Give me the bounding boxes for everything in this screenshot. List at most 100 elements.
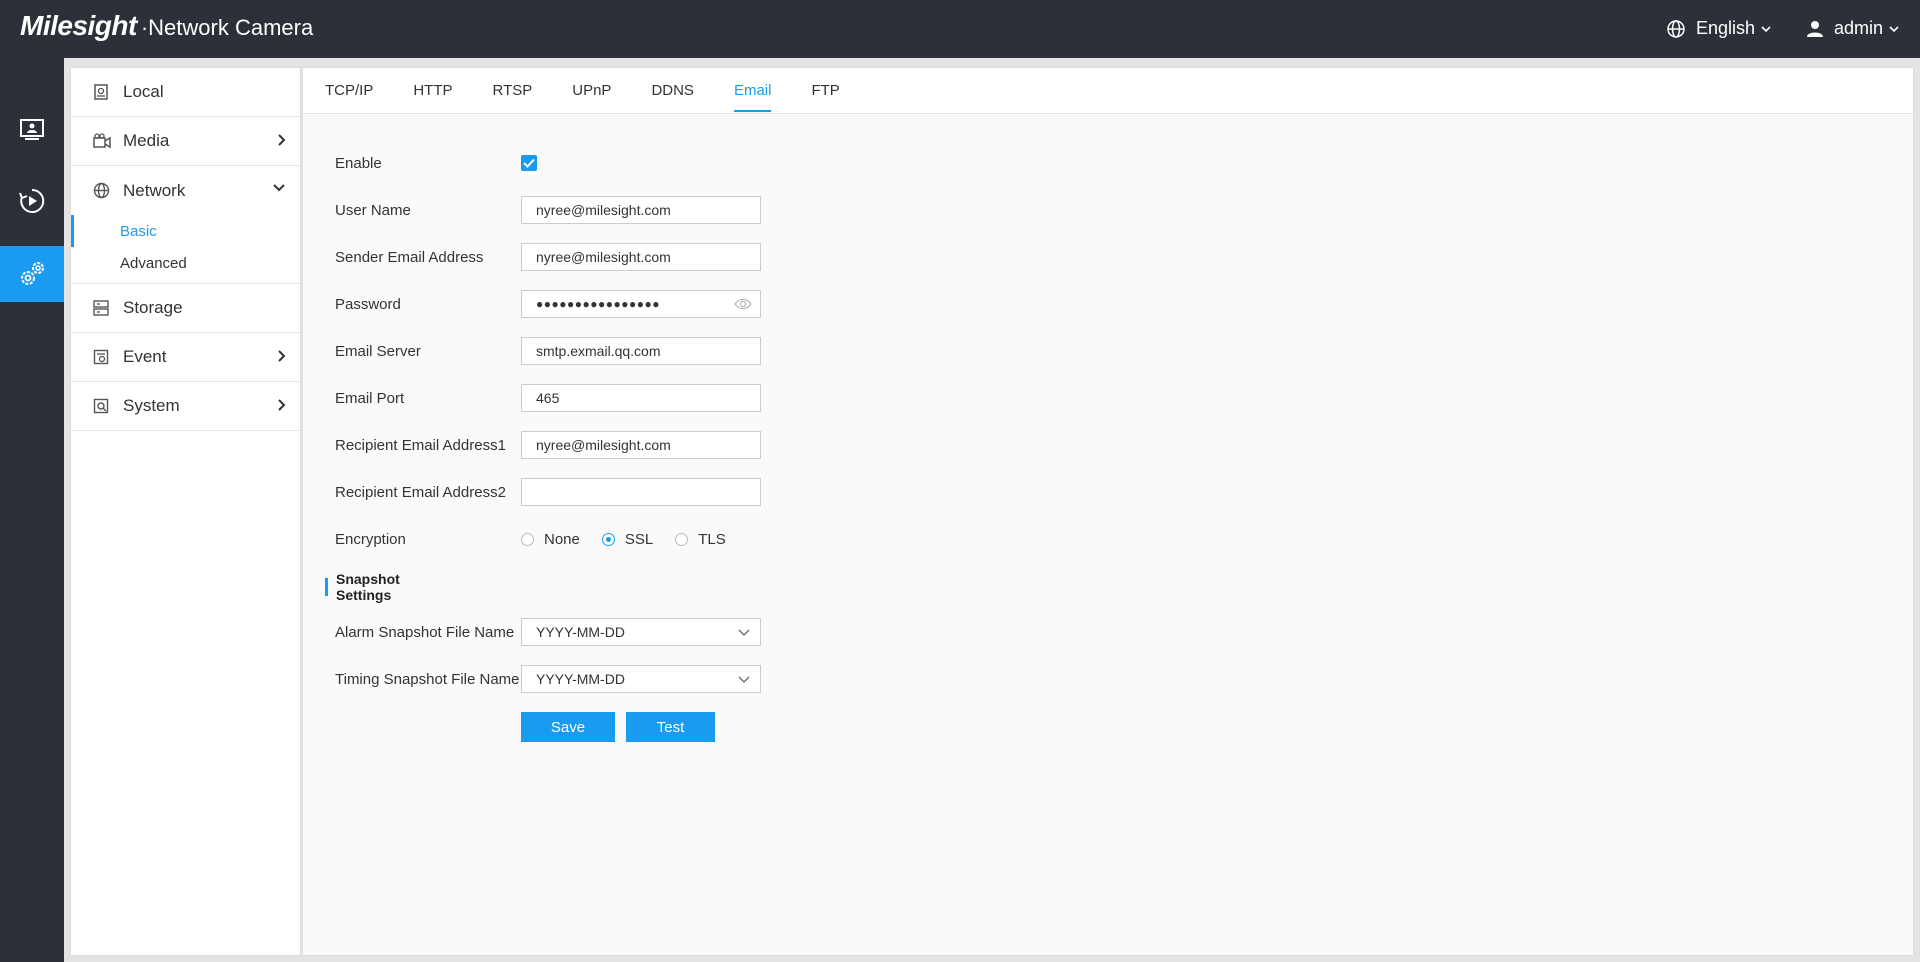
sidebar-group-network: Network Basic Advanced bbox=[71, 166, 300, 284]
enable-label: Enable bbox=[335, 154, 382, 172]
alarm-snapshot-select[interactable]: YYYY-MM-DD bbox=[521, 618, 761, 646]
rail-live-view[interactable] bbox=[0, 102, 64, 158]
chevron-down-icon bbox=[1761, 25, 1771, 32]
radio-dot-selected bbox=[601, 532, 615, 546]
language-label: English bbox=[1696, 18, 1756, 38]
email-server-label: Email Server bbox=[335, 342, 421, 360]
sidebar-item-local[interactable]: Local bbox=[71, 68, 300, 117]
user-icon bbox=[1807, 20, 1823, 37]
system-icon bbox=[93, 397, 111, 415]
left-rail bbox=[0, 58, 64, 962]
chevron-down-icon bbox=[273, 184, 285, 192]
recipient1-label: Recipient Email Address1 bbox=[335, 436, 506, 454]
encryption-radio-group: None SSL TLS bbox=[521, 531, 748, 548]
email-port-input[interactable]: 465 bbox=[521, 384, 761, 412]
sidebar-item-label: System bbox=[123, 396, 180, 415]
chevron-right-icon bbox=[278, 399, 286, 411]
local-icon bbox=[93, 83, 111, 101]
tab-ftp[interactable]: FTP bbox=[811, 68, 839, 114]
chevron-down-icon bbox=[738, 629, 750, 636]
check-icon bbox=[523, 158, 535, 168]
select-value: YYYY-MM-DD bbox=[536, 671, 625, 687]
sidebar-item-network[interactable]: Network bbox=[71, 166, 300, 215]
alarm-snapshot-row: Alarm Snapshot File Name YYYY-MM-DD bbox=[335, 617, 1035, 647]
recipient1-row: Recipient Email Address1 nyree@milesight… bbox=[335, 430, 1035, 460]
sidebar-item-label: Event bbox=[123, 347, 167, 366]
sidebar-item-system[interactable]: System bbox=[71, 382, 300, 431]
radio-label: SSL bbox=[624, 530, 654, 548]
user-name-label: User Name bbox=[335, 201, 411, 219]
top-bar: Milesight ·Network Camera English admin bbox=[0, 0, 1920, 58]
tab-tcpip[interactable]: TCP/IP bbox=[325, 68, 373, 114]
sender-email-label: Sender Email Address bbox=[335, 248, 484, 266]
sender-row: Sender Email Address nyree@milesight.com bbox=[335, 242, 1035, 272]
timing-snapshot-select[interactable]: YYYY-MM-DD bbox=[521, 665, 761, 693]
tab-email[interactable]: Email bbox=[733, 68, 771, 114]
chevron-right-icon bbox=[278, 350, 286, 362]
sidebar-item-label: Local bbox=[123, 82, 164, 101]
enable-checkbox[interactable] bbox=[521, 155, 537, 171]
port-row: Email Port 465 bbox=[335, 383, 1035, 413]
sidebar-subitem-basic[interactable]: Basic bbox=[71, 215, 300, 247]
test-button[interactable]: Test bbox=[626, 712, 715, 742]
rail-settings[interactable] bbox=[0, 246, 64, 302]
storage-icon bbox=[93, 299, 111, 317]
brand-logo: Milesight bbox=[20, 10, 137, 41]
radio-label: None bbox=[544, 530, 580, 548]
globe-icon bbox=[93, 182, 111, 200]
rail-playback[interactable] bbox=[0, 173, 64, 229]
media-icon bbox=[93, 132, 111, 150]
brand: Milesight ·Network Camera bbox=[20, 10, 313, 42]
chevron-down-icon bbox=[1889, 25, 1899, 32]
recipient2-input[interactable] bbox=[521, 478, 761, 506]
language-selector[interactable]: English bbox=[1666, 18, 1781, 39]
snapshot-settings-title: Snapshot Settings bbox=[325, 571, 400, 603]
user-menu[interactable]: admin bbox=[1806, 18, 1909, 39]
sidebar-item-label: Network bbox=[123, 180, 186, 200]
recipient1-input[interactable]: nyree@milesight.com bbox=[521, 431, 761, 459]
globe-icon bbox=[1667, 19, 1685, 38]
recipient2-label: Recipient Email Address2 bbox=[335, 483, 506, 501]
user-name: admin bbox=[1834, 18, 1884, 38]
encryption-option-none[interactable]: None bbox=[521, 531, 580, 548]
chevron-down-icon bbox=[738, 676, 750, 683]
chevron-right-icon bbox=[278, 134, 286, 146]
settings-icon bbox=[21, 262, 44, 285]
sidebar-subitem-advanced[interactable]: Advanced bbox=[71, 247, 300, 279]
email-server-input[interactable]: smtp.exmail.qq.com bbox=[521, 337, 761, 365]
main-panel: TCP/IP HTTP RTSP UPnP DDNS Email FTP Ena… bbox=[302, 67, 1914, 956]
encryption-option-ssl[interactable]: SSL bbox=[601, 530, 654, 548]
enable-row: Enable bbox=[335, 148, 1035, 178]
radio-dot bbox=[521, 532, 534, 546]
sidebar-item-event[interactable]: Event bbox=[71, 333, 300, 382]
settings-sidebar: Local Media Network Basic Advanced Stora… bbox=[70, 67, 301, 956]
user-name-input[interactable]: nyree@milesight.com bbox=[521, 196, 761, 224]
password-value: ●●●●●●●●●●●●●●●● bbox=[536, 297, 660, 311]
encryption-row: Encryption None SSL TLS bbox=[335, 524, 1035, 554]
user-name-row: User Name nyree@milesight.com bbox=[335, 195, 1035, 225]
tab-http[interactable]: HTTP bbox=[413, 68, 452, 114]
sidebar-item-media[interactable]: Media bbox=[71, 117, 300, 166]
tab-rtsp[interactable]: RTSP bbox=[493, 68, 533, 114]
tab-ddns[interactable]: DDNS bbox=[651, 68, 694, 114]
password-label: Password bbox=[335, 295, 401, 313]
tab-bar: TCP/IP HTTP RTSP UPnP DDNS Email FTP bbox=[303, 68, 1913, 114]
encryption-option-tls[interactable]: TLS bbox=[675, 531, 726, 548]
sender-email-input[interactable]: nyree@milesight.com bbox=[521, 243, 761, 271]
event-icon bbox=[93, 348, 111, 366]
select-value: YYYY-MM-DD bbox=[536, 624, 625, 640]
sidebar-item-storage[interactable]: Storage bbox=[71, 284, 300, 333]
eye-icon[interactable] bbox=[734, 298, 752, 310]
encryption-label: Encryption bbox=[335, 530, 406, 548]
email-port-label: Email Port bbox=[335, 389, 405, 407]
save-button[interactable]: Save bbox=[521, 712, 615, 742]
playback-icon bbox=[19, 188, 45, 213]
password-input[interactable]: ●●●●●●●●●●●●●●●● bbox=[521, 290, 761, 318]
timing-snapshot-row: Timing Snapshot File Name YYYY-MM-DD bbox=[335, 664, 1035, 694]
alarm-snapshot-label: Alarm Snapshot File Name bbox=[335, 623, 515, 641]
password-row: Password ●●●●●●●●●●●●●●●● bbox=[335, 289, 1035, 319]
sidebar-item-label: Storage bbox=[123, 298, 183, 317]
tab-upnp[interactable]: UPnP bbox=[572, 68, 611, 114]
recipient2-row: Recipient Email Address2 bbox=[335, 477, 1035, 507]
brand-product-name: ·Network Camera bbox=[140, 15, 314, 40]
